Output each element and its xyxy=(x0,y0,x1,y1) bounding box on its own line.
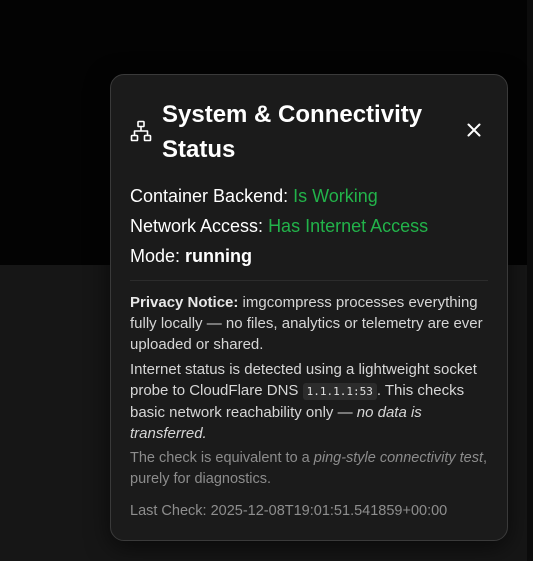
probe-address: 1.1.1.1:53 xyxy=(302,383,377,400)
probe-text-3: . xyxy=(202,425,207,442)
mode-status-row: Mode: running xyxy=(130,241,490,271)
mode-label: Mode: xyxy=(130,246,181,266)
last-check-timestamp: Last Check: 2025-12-08T19:01:51.541859+0… xyxy=(130,503,448,519)
privacy-heading: Privacy Notice: xyxy=(130,294,239,311)
close-icon[interactable] xyxy=(463,119,485,141)
privacy-paragraph: Privacy Notice: imgcompress processes ev… xyxy=(130,292,490,355)
probe-paragraph: Internet status is detected using a ligh… xyxy=(130,359,490,444)
mode-value: running xyxy=(185,246,253,266)
network-icon xyxy=(130,120,152,142)
status-popover: System & Connectivity Status Container B… xyxy=(110,74,508,541)
privacy-notice: Privacy Notice: imgcompress processes ev… xyxy=(130,292,490,490)
popover-title: System & Connectivity Status xyxy=(162,101,423,163)
check-emphasis: ping-style connectivity test xyxy=(313,450,484,466)
check-text-1: The check is equivalent to a xyxy=(130,450,314,466)
status-list: Container Backend: Is Working Network Ac… xyxy=(130,181,490,271)
backend-status-row: Container Backend: Is Working xyxy=(130,181,490,211)
backend-value: Is Working xyxy=(293,186,378,206)
divider xyxy=(130,280,488,281)
network-status-row: Network Access: Has Internet Access xyxy=(130,211,490,241)
network-label: Network Access: xyxy=(130,216,264,236)
backend-label: Container Backend: xyxy=(130,186,289,206)
check-paragraph: The check is equivalent to a ping-style … xyxy=(130,448,490,490)
scrollbar-track xyxy=(527,0,533,561)
network-value: Has Internet Access xyxy=(268,216,429,236)
